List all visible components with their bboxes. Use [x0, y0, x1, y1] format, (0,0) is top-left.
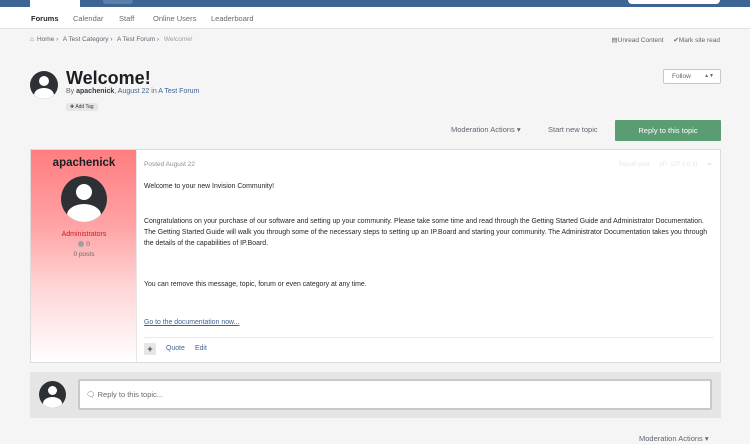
chevron-down-icon: ▾ — [514, 125, 521, 134]
quote-button[interactable]: Quote — [166, 345, 185, 352]
nav-calendar[interactable]: Calendar — [73, 14, 103, 23]
chevron-down-icon: ▾ — [702, 434, 709, 443]
post-author-post-count: 0 posts — [73, 251, 95, 258]
post-meta: Report post (IP: 127.0.0.1) ➦ — [619, 161, 712, 168]
breadcrumb-forum[interactable]: A Test Forum — [117, 36, 155, 43]
nav-staff[interactable]: Staff — [119, 14, 134, 23]
updown-icon: ▲▼ — [704, 73, 714, 79]
byline-author-link[interactable]: apachenick — [76, 88, 114, 95]
header-tab-active[interactable] — [30, 0, 80, 7]
main-nav: Forums Calendar Staff Online Users Leade… — [0, 7, 750, 29]
post-ip: (IP: 127.0.0.1) — [659, 162, 698, 168]
breadcrumb-trail: ⌂ Home › A Test Category › A Test Forum ›… — [30, 36, 196, 43]
reply-editor[interactable] — [78, 379, 712, 410]
byline-in: in — [151, 88, 157, 95]
post-author-panel: apachenick Administrators 0 0 posts — [31, 150, 137, 362]
reputation-icon — [78, 241, 85, 247]
nav-leaderboard[interactable]: Leaderboard — [211, 14, 254, 23]
header-search-box[interactable] — [628, 0, 720, 4]
avatar-head-shape — [76, 184, 92, 200]
page-title: Welcome! — [66, 68, 151, 88]
home-icon: ⌂ — [30, 36, 34, 43]
avatar-head-shape — [48, 386, 57, 395]
reply-to-topic-button[interactable]: Reply to this topic — [615, 120, 721, 141]
post-author-name[interactable]: apachenick — [31, 157, 137, 169]
post-author-group: Administrators — [61, 231, 107, 238]
nav-forums[interactable]: Forums — [31, 14, 59, 23]
avatar-body-shape — [34, 88, 54, 99]
quick-reply — [30, 372, 721, 418]
reply-avatar — [39, 381, 66, 408]
reputation-value: 0 — [86, 241, 90, 248]
breadcrumb-separator: › — [56, 36, 59, 43]
breadcrumb-actions: ▤Unread Content ✔Mark site read — [604, 36, 721, 44]
byline-by: By — [66, 88, 75, 95]
moderation-actions-label: Moderation Actions — [639, 434, 703, 443]
add-tag-button[interactable]: ✚ Add Tag — [66, 103, 98, 111]
post-author-reputation: 0 — [31, 241, 137, 248]
byline-forum-link[interactable]: A Test Forum — [158, 88, 199, 95]
follow-button[interactable]: Follow ▲▼ — [663, 69, 721, 84]
post-author-avatar[interactable] — [61, 176, 107, 222]
start-new-topic-link[interactable]: Start new topic — [548, 125, 598, 134]
reply-input[interactable] — [86, 381, 686, 408]
post-divider — [144, 337, 714, 338]
post-date: Posted August 22 — [144, 161, 195, 168]
breadcrumb: ⌂ Home › A Test Category › A Test Forum ›… — [30, 36, 720, 46]
breadcrumb-home[interactable]: Home — [37, 36, 54, 43]
mark-site-read-link[interactable]: Mark site read — [679, 37, 720, 44]
post-paragraph: Congratulations on your purchase of our … — [144, 218, 708, 247]
documentation-link[interactable]: Go to the documentation now... — [144, 317, 239, 328]
breadcrumb-current: Welcome! — [163, 36, 193, 43]
post-paragraph: Welcome to your new Invision Community! — [144, 183, 275, 190]
bottom-moderation-actions-button[interactable]: Moderation Actions ▾ — [639, 434, 709, 443]
post-card: apachenick Administrators 0 0 posts Post… — [30, 149, 721, 363]
avatar-body-shape — [43, 397, 62, 408]
avatar-head-shape — [39, 76, 49, 86]
header-tab[interactable] — [103, 0, 133, 4]
plus-icon: + — [147, 344, 153, 354]
site-header — [0, 0, 750, 7]
nav-online-users[interactable]: Online Users — [153, 14, 196, 23]
report-post-link[interactable]: Report post — [619, 162, 650, 168]
byline-date[interactable]: August 22 — [118, 88, 150, 95]
unread-content-link[interactable]: Unread Content — [618, 37, 664, 44]
topic-byline: By apachenick, August 22 in A Test Forum — [66, 88, 199, 95]
author-avatar[interactable] — [30, 71, 58, 99]
add-tag-label: Add Tag — [75, 104, 94, 110]
multiquote-button[interactable]: + — [144, 343, 156, 355]
edit-button[interactable]: Edit — [195, 345, 207, 352]
share-icon[interactable]: ➦ — [707, 162, 712, 168]
moderation-actions-label: Moderation Actions — [451, 125, 515, 134]
follow-label: Follow — [672, 73, 691, 80]
avatar-body-shape — [67, 204, 101, 222]
breadcrumb-separator: › — [156, 36, 160, 43]
post-paragraph: You can remove this message, topic, foru… — [144, 281, 367, 288]
breadcrumb-separator: › — [110, 36, 113, 43]
breadcrumb-category[interactable]: A Test Category — [63, 36, 109, 43]
moderation-actions-button[interactable]: Moderation Actions ▾ — [451, 125, 521, 134]
